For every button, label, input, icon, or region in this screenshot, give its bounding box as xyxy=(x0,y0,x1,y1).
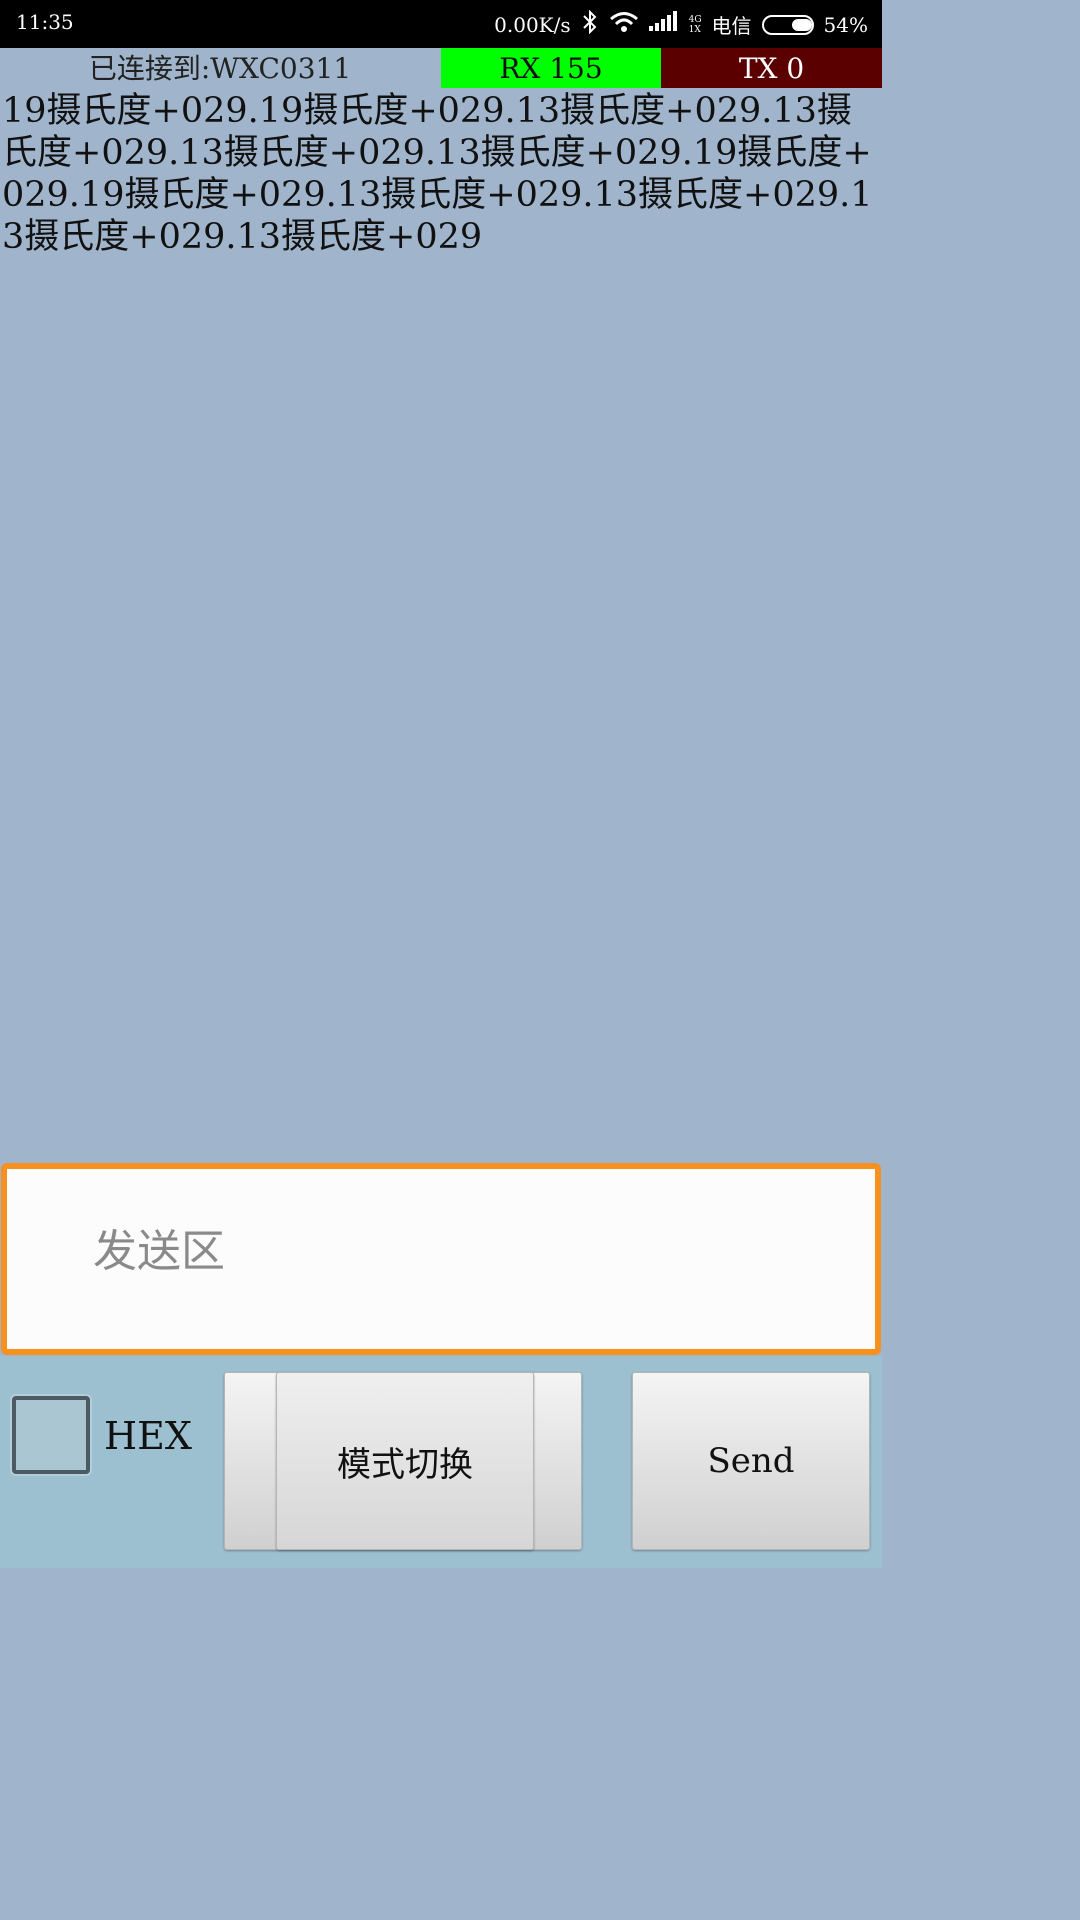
connection-header: 已连接到:WXC0311 RX 155 TX 0 xyxy=(0,48,882,88)
receive-area[interactable]: 19摄氏度+029.19摄氏度+029.13摄氏度+029.13摄氏度+029.… xyxy=(0,88,882,1162)
rx-counter: RX 155 xyxy=(441,48,661,88)
send-button[interactable]: Send xyxy=(632,1372,870,1550)
status-bar: 11:35 0.00K/s 4G 1X 电信 54% xyxy=(0,0,882,48)
status-right: 0.00K/s 4G 1X 电信 54% xyxy=(494,9,868,39)
carrier-name: 电信 xyxy=(711,14,752,38)
hex-label: HEX xyxy=(104,1414,192,1458)
send-area-box xyxy=(1,1163,881,1355)
net-speed: 0.00K/s xyxy=(494,12,571,37)
hex-checkbox[interactable] xyxy=(12,1396,90,1474)
bluetooth-icon xyxy=(581,9,599,39)
battery-percent: 54% xyxy=(823,12,868,37)
network-gen-bottom: 1X xyxy=(688,24,701,35)
signal-icon xyxy=(648,11,679,38)
send-input[interactable] xyxy=(91,1205,855,1297)
status-time: 11:35 xyxy=(16,10,74,34)
bottom-controls: HEX 断开 模式切换 Send xyxy=(0,1356,882,1568)
mode-switch-button[interactable]: 模式切换 xyxy=(276,1372,534,1550)
network-gen-top: 4G xyxy=(688,14,702,25)
wifi-icon xyxy=(609,11,639,38)
network-type: 4G 1X xyxy=(689,15,702,35)
connection-status: 已连接到:WXC0311 xyxy=(88,52,352,85)
battery-icon xyxy=(761,14,814,35)
tx-counter: TX 0 xyxy=(661,48,882,88)
